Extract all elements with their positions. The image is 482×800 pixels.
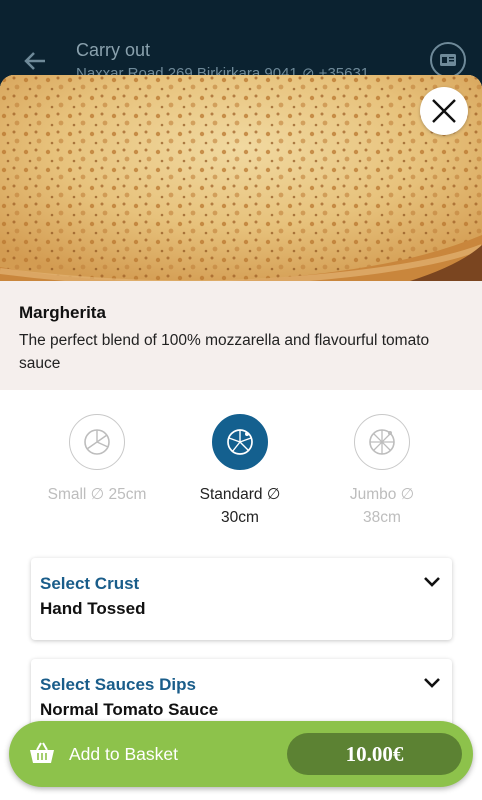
pizza-small-icon [69,414,125,470]
product-info: Margherita The perfect blend of 100% moz… [0,281,482,390]
add-to-basket-button[interactable]: Add to Basket 10.00€ [9,721,473,787]
crust-heading: Select Crust [40,574,140,593]
app-root: { "header": { "title": "Carry out", "sub… [0,0,482,800]
size-label: Jumbo ∅ 38cm [349,486,415,526]
size-option-small[interactable]: Small ∅ 25cm [32,414,162,506]
sauce-value: Normal Tomato Sauce [40,700,219,719]
crust-selector[interactable]: Select Crust Hand Tossed [31,558,452,640]
size-option-jumbo[interactable]: Jumbo ∅ 38cm [317,414,447,529]
id-card-icon[interactable] [430,42,466,78]
pizza-standard-icon [212,414,268,470]
product-sheet: Margherita The perfect blend of 100% moz… [0,75,482,800]
product-description: The perfect blend of 100% mozzarella and… [19,332,430,372]
back-arrow-icon[interactable] [20,46,50,76]
size-option-standard[interactable]: Standard ∅ 30cm [175,414,305,529]
chevron-down-icon [424,678,440,688]
sauce-heading: Select Sauces Dips [40,675,196,694]
pizza-jumbo-icon [354,414,410,470]
crust-value: Hand Tossed [40,599,146,618]
chevron-down-icon [424,577,440,587]
close-button[interactable] [420,87,468,135]
size-label: Small ∅ 25cm [47,486,147,503]
basket-icon [29,741,55,765]
price-badge: 10.00€ [287,733,462,775]
product-title: Margherita [19,303,106,322]
size-label: Standard ∅ 30cm [199,486,281,526]
close-icon [432,99,456,123]
add-to-basket-label: Add to Basket [69,744,178,764]
pizza-image [0,75,482,281]
order-mode-title: Carry out [76,40,151,60]
size-selector: Small ∅ 25cm Standard ∅ 30cm Jumbo ∅ 38c… [0,390,482,540]
